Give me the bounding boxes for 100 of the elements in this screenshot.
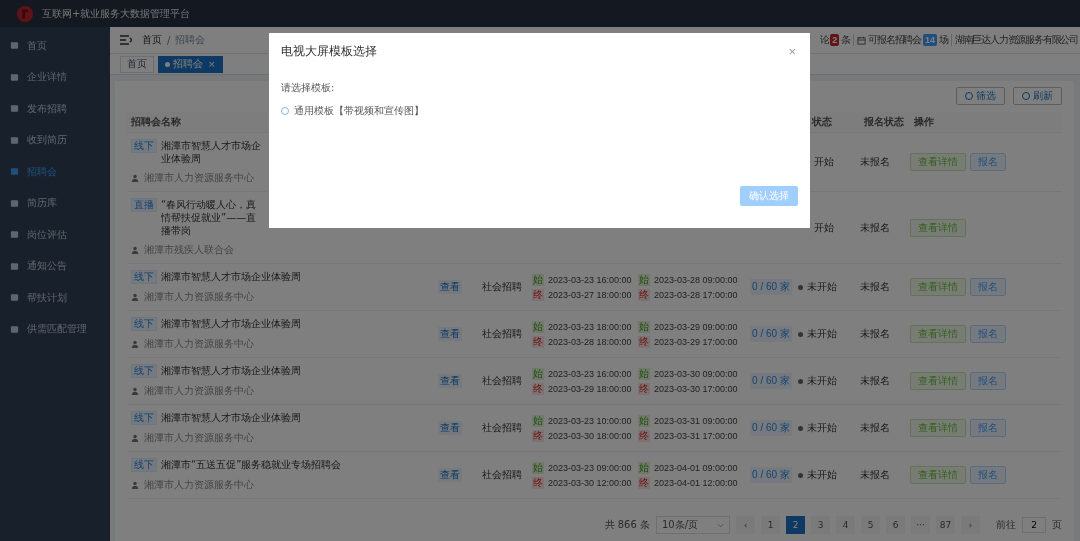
caret-icon xyxy=(717,522,724,528)
capacity-tag: 0 / 60 家 xyxy=(750,279,792,295)
date-time: 2023-03-23 16:00:00 xyxy=(548,368,632,379)
date-tag: 终 xyxy=(532,429,544,442)
date-tag: 终 xyxy=(532,335,544,348)
breadcrumb-item[interactable]: 招聘会 xyxy=(175,33,206,47)
date-time: 2023-04-01 09:00:00 xyxy=(654,462,738,473)
date-tag: 始 xyxy=(532,367,544,380)
date-tag: 始 xyxy=(638,320,650,333)
recruit-type: 社会招聘 xyxy=(482,280,522,294)
signup-button[interactable]: 报名 xyxy=(970,419,1006,437)
column-header: 操作 xyxy=(913,115,935,129)
column-header: 招聘会名称 xyxy=(130,115,182,129)
date-time: 2023-04-01 12:00:00 xyxy=(654,477,738,488)
date-tag: 始 xyxy=(532,414,544,427)
date-time: 2023-03-29 18:00:00 xyxy=(548,383,632,394)
capacity-tag: 0 / 60 家 xyxy=(750,420,792,436)
date-time: 2023-03-28 17:00:00 xyxy=(654,289,738,300)
filter-button[interactable]: 筛选 xyxy=(956,87,1005,105)
capacity-tag: 0 / 60 家 xyxy=(750,326,792,342)
details-button[interactable]: 查看详情 xyxy=(910,466,966,484)
person-icon xyxy=(131,340,139,348)
status-dot-icon xyxy=(798,472,803,478)
person-icon xyxy=(131,174,139,182)
page-button[interactable]: 1 xyxy=(761,516,780,534)
signup-button[interactable]: 报名 xyxy=(970,372,1006,390)
radio-button[interactable] xyxy=(281,107,289,115)
view-link[interactable]: 查看 xyxy=(437,468,462,482)
goto-unit: 页 xyxy=(1052,518,1062,532)
view-link[interactable]: 查看 xyxy=(437,327,462,341)
details-button[interactable]: 查看详情 xyxy=(910,372,966,390)
date-time: 2023-03-27 18:00:00 xyxy=(548,289,632,300)
activity-status: 未开始 xyxy=(807,327,837,341)
breadcrumb-item[interactable]: 首页 xyxy=(142,33,162,47)
stat-unit: 场 xyxy=(939,33,948,47)
previous-page-button[interactable]: ‹ xyxy=(736,516,755,534)
date-time: 2023-03-31 17:00:00 xyxy=(654,430,738,441)
page-button[interactable]: 2 xyxy=(786,516,805,534)
date-time: 2023-03-23 10:00:00 xyxy=(548,415,632,426)
template-option[interactable]: 通用模板【带视频和宣传图】 xyxy=(281,104,798,118)
person-icon xyxy=(131,434,139,442)
page-size-select[interactable]: 10条/页 xyxy=(656,516,730,534)
date-tag: 终 xyxy=(638,429,650,442)
date-time: 2023-03-31 09:00:00 xyxy=(654,415,738,426)
details-button[interactable]: 查看详情 xyxy=(910,325,966,343)
page-input[interactable]: 2 xyxy=(1022,517,1046,533)
page-button[interactable]: 5 xyxy=(861,516,880,534)
activity-status: 未开始 xyxy=(807,280,837,294)
view-link[interactable]: 查看 xyxy=(437,421,462,435)
dialog-title: 电视大屏模板选择 xyxy=(281,43,377,60)
type-tag: 线下 xyxy=(131,458,157,472)
date-time: 2023-03-28 18:00:00 xyxy=(548,336,632,347)
details-button[interactable]: 查看详情 xyxy=(910,153,966,171)
person-icon xyxy=(131,387,139,395)
column-header: 状态 xyxy=(810,115,833,129)
recruit-type: 社会招聘 xyxy=(482,327,522,341)
activity-status: 未开始 xyxy=(807,468,837,482)
date-time: 2023-03-30 12:00:00 xyxy=(548,477,632,488)
signup-status: 未报名 xyxy=(860,280,890,294)
sidebar-item[interactable]: 招聘会 xyxy=(0,156,110,188)
signup-button[interactable]: 报名 xyxy=(970,278,1006,296)
type-tag: 直播 xyxy=(131,198,157,212)
capacity-tag: 0 / 60 家 xyxy=(750,467,792,483)
details-button[interactable]: 查看详情 xyxy=(910,278,966,296)
page-button[interactable]: 3 xyxy=(811,516,830,534)
view-tab[interactable]: 首页 xyxy=(120,55,154,73)
date-tag: 始 xyxy=(638,414,650,427)
date-tag: 终 xyxy=(532,382,544,395)
close-button[interactable]: × xyxy=(786,44,798,59)
page-button[interactable]: 4 xyxy=(836,516,855,534)
signup-button[interactable]: 报名 xyxy=(970,153,1006,171)
page-button[interactable]: ··· xyxy=(911,516,930,534)
page-button[interactable]: 87 xyxy=(936,516,955,534)
activity-status: 开始 xyxy=(814,155,834,169)
fair-name: 湘潭市智慧人才市场企业体验周 xyxy=(161,317,301,330)
signup-button[interactable]: 报名 xyxy=(970,466,1006,484)
type-tag: 线下 xyxy=(131,364,157,378)
signup-status: 未报名 xyxy=(860,327,890,341)
details-button[interactable]: 查看详情 xyxy=(910,218,966,237)
page-button[interactable]: 6 xyxy=(886,516,905,534)
date-time: 2023-03-23 16:00:00 xyxy=(548,274,632,285)
sidebar-item[interactable]: 首页 xyxy=(0,30,110,62)
view-link[interactable]: 查看 xyxy=(437,374,462,388)
details-button[interactable]: 查看详情 xyxy=(910,419,966,437)
recruit-type: 社会招聘 xyxy=(482,421,522,435)
column-header: 报名状态 xyxy=(863,115,905,129)
signup-button[interactable]: 报名 xyxy=(970,325,1006,343)
company-name[interactable]: 湖南巨达人力资源服务有限公司 xyxy=(954,33,1078,47)
signup-status: 未报名 xyxy=(860,155,890,169)
view-link[interactable]: 查看 xyxy=(437,280,462,294)
status-dot-icon xyxy=(798,284,803,290)
fair-name: 湘潭市智慧人才市场企业体验周 xyxy=(161,270,301,283)
date-tag: 始 xyxy=(638,461,650,474)
recruit-type: 社会招聘 xyxy=(482,374,522,388)
next-page-button[interactable]: › xyxy=(961,516,980,534)
refresh-button[interactable]: 刷新 xyxy=(1013,87,1062,105)
fair-name: 湘潭市智慧人才市场企业体验周 xyxy=(161,411,301,424)
view-tab[interactable]: 招聘会 × xyxy=(158,55,223,73)
date-time: 2023-03-29 09:00:00 xyxy=(654,321,738,332)
fair-name: 湘潭市智慧人才市场企业体验周 xyxy=(161,139,262,165)
